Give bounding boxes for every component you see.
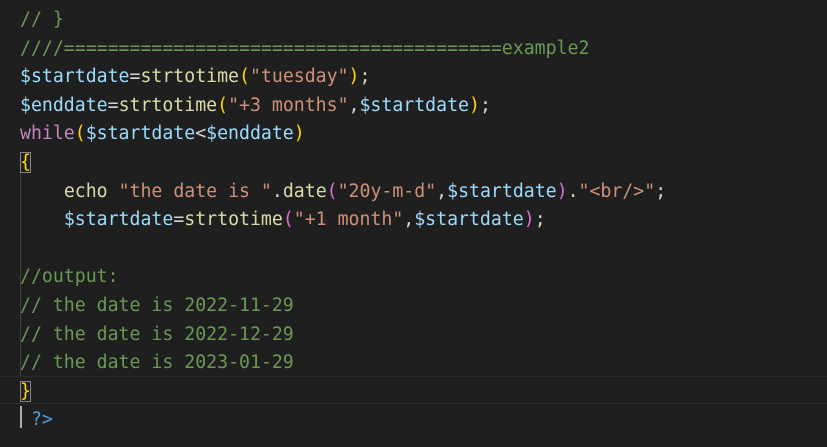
code-token: echo (63, 180, 108, 202)
code-token: . (271, 180, 283, 202)
code-token: $startdate (85, 123, 196, 145)
code-line[interactable]: // } (20, 6, 64, 34)
code-token: ( (326, 180, 338, 202)
code-token: // the date is 2022-11-29 (20, 295, 294, 316)
code-token: , (403, 209, 415, 231)
code-token: // the date is 2022-12-29 (20, 323, 294, 345)
code-token: strtotime (118, 94, 218, 116)
code-token: ( (282, 209, 294, 231)
code-token: { (20, 152, 31, 173)
code-token: < (195, 123, 207, 145)
code-token: "tuesday" (249, 66, 349, 88)
code-token: } (20, 380, 31, 402)
code-token: $startdate (359, 94, 469, 116)
code-line[interactable]: // the date is 2022-12-29 (20, 321, 294, 349)
code-token: "the date is " (118, 180, 272, 202)
code-token: strtotime (140, 66, 240, 88)
code-token: $startdate (63, 209, 174, 231)
code-token: ) (523, 209, 535, 231)
code-line[interactable]: $startdate=strtotime("+1 month",$startda… (20, 206, 546, 234)
code-token: ) (293, 123, 305, 145)
code-line[interactable]: $startdate=strtotime("tuesday"); (20, 63, 370, 91)
code-token: while (20, 123, 75, 145)
code-token: ?> (30, 409, 53, 431)
code-token: , (348, 94, 360, 116)
code-token: ) (468, 94, 480, 116)
code-line[interactable]: // the date is 2022-11-29 (20, 292, 294, 320)
code-token: . (567, 180, 579, 202)
code-token: ; (655, 180, 667, 202)
code-line[interactable]: while($startdate<$enddate) (20, 120, 305, 148)
code-token: strtotime (184, 209, 283, 231)
code-token: ; (479, 94, 491, 116)
code-line[interactable]: { (20, 149, 31, 177)
code-line[interactable]: // the date is 2023-01-29 (20, 349, 294, 377)
code-token: = (173, 209, 185, 231)
code-token: $startdate (20, 66, 130, 88)
text-cursor (20, 406, 22, 428)
code-token: //output: (20, 266, 119, 288)
code-token: "20y-m-d" (337, 180, 437, 202)
code-token: "+3 months" (228, 94, 349, 116)
code-token: ( (239, 66, 250, 88)
code-line[interactable]: ?> (20, 406, 53, 434)
code-token: $startdate (414, 209, 524, 231)
code-token: "+1 month" (293, 209, 404, 231)
code-token: ) (556, 180, 568, 202)
code-token: $startdate (447, 180, 557, 202)
code-token: $enddate (20, 94, 108, 116)
code-token: ( (217, 94, 229, 116)
code-token: ; (534, 209, 546, 231)
code-line[interactable]: ////====================================… (20, 35, 589, 63)
code-editor[interactable]: // } ////================================… (0, 0, 827, 447)
code-token: $enddate (206, 123, 294, 145)
code-token: ) (348, 66, 360, 88)
code-line[interactable]: } (20, 378, 31, 406)
code-token: ( (74, 123, 86, 145)
code-token: "<br/>" (578, 180, 656, 202)
code-token: ; (359, 66, 371, 88)
code-token: = (129, 66, 141, 88)
code-token: // the date is 2023-01-29 (20, 352, 294, 374)
code-line[interactable]: echo "the date is ".date("20y-m-d",$star… (20, 178, 666, 206)
code-line[interactable]: //output: (20, 263, 119, 291)
code-token: , (436, 180, 448, 202)
code-token: ////====================================… (20, 37, 590, 59)
code-token: = (107, 94, 119, 116)
code-token: // } (20, 9, 64, 30)
code-line[interactable]: $enddate=strtotime("+3 months",$startdat… (20, 92, 491, 120)
current-line-highlight (0, 376, 827, 404)
code-token: date (282, 180, 327, 202)
